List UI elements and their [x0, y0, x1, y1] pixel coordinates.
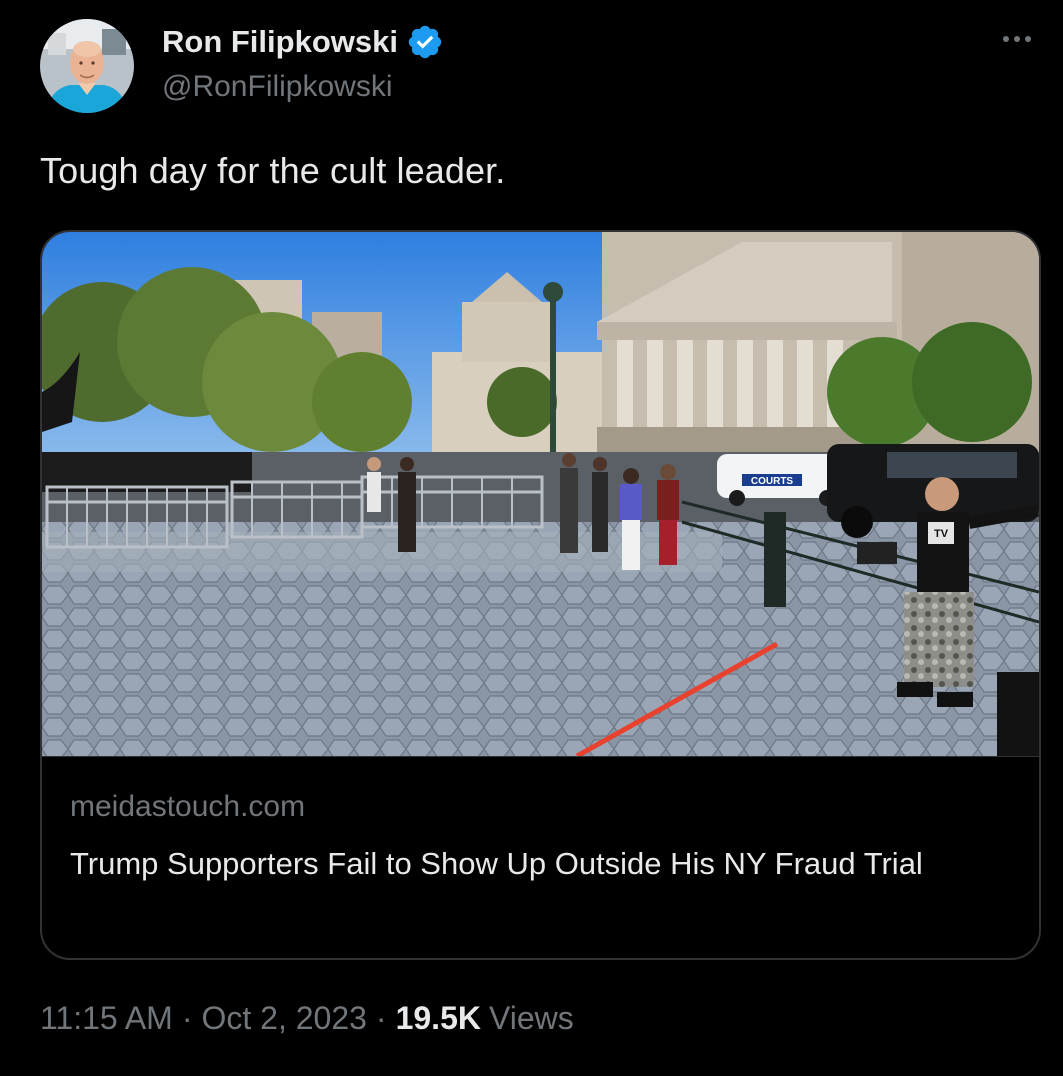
tweet: Ron Filipkowski @RonFilipkowski Tough da…: [0, 0, 1063, 1076]
author-handle[interactable]: @RonFilipkowski: [162, 70, 393, 104]
author-display-name[interactable]: Ron Filipkowski: [162, 24, 398, 60]
tweet-date[interactable]: Oct 2, 2023: [201, 1000, 366, 1037]
police-car-text: COURTS: [751, 476, 794, 487]
card-title[interactable]: Trump Supporters Fail to Show Up Outside…: [70, 840, 1010, 888]
card-domain: meidastouch.com: [70, 790, 306, 823]
verified-badge-icon[interactable]: [406, 23, 444, 61]
tweet-time[interactable]: 11:15 AM: [40, 1000, 173, 1037]
link-card[interactable]: COURTS TV meidastouch.com Trump Supporte…: [40, 230, 1041, 960]
more-options-icon[interactable]: [997, 24, 1037, 54]
avatar[interactable]: [40, 19, 134, 113]
separator: ·: [181, 1000, 193, 1036]
views-count: 19.5K: [395, 1000, 481, 1036]
separator: ·: [375, 1000, 387, 1036]
card-image[interactable]: COURTS TV: [42, 232, 1039, 756]
tweet-metadata: 11:15 AM · Oct 2, 2023 · 19.5K Views: [40, 1000, 574, 1037]
tweet-text: Tough day for the cult leader.: [40, 150, 506, 191]
author-name-row: Ron Filipkowski: [162, 22, 444, 62]
views-label: Views: [488, 1000, 574, 1036]
avatar-photo: [40, 19, 134, 113]
card-divider: [42, 756, 1039, 757]
badge-text: TV: [934, 528, 949, 540]
